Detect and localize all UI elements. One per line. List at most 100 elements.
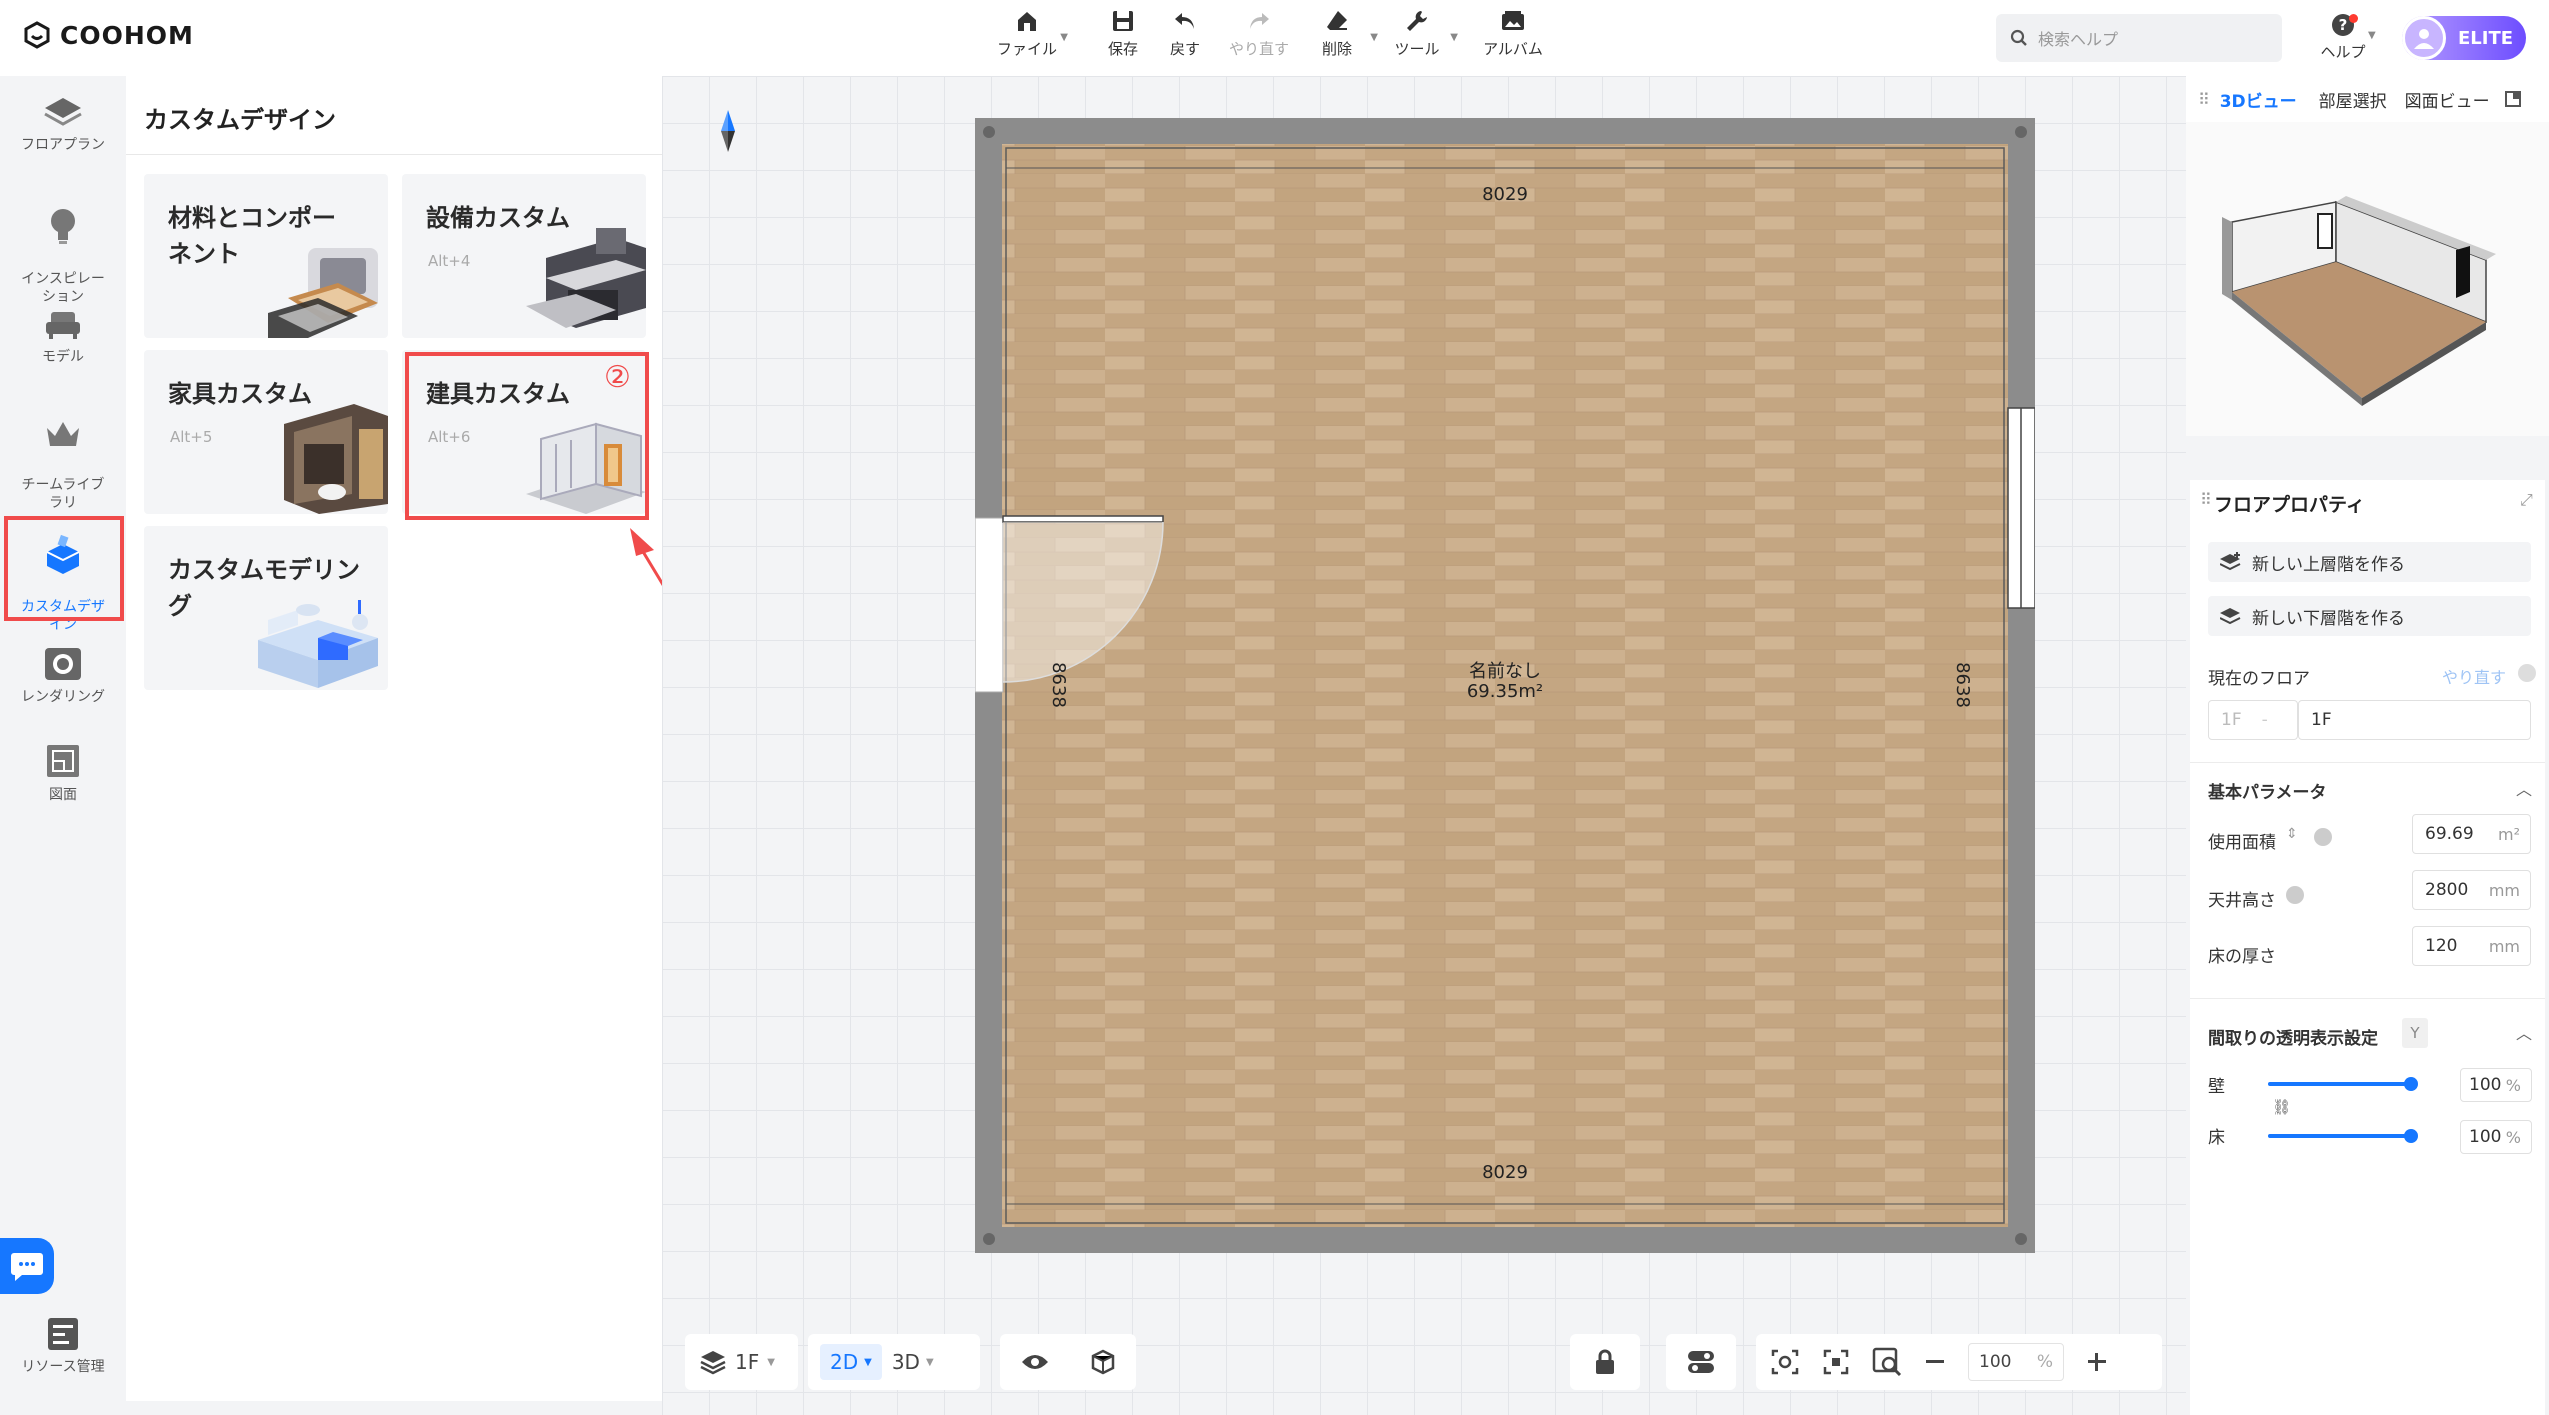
floor-thickness-input[interactable]: 120 mm bbox=[2412, 926, 2531, 966]
rail-item-label: 図面 bbox=[49, 787, 77, 803]
file-menu-button[interactable]: ファイル ▼ bbox=[982, 8, 1072, 59]
3d-preview[interactable] bbox=[2186, 122, 2549, 436]
mode-3d-button[interactable]: 3D ▼ bbox=[892, 1350, 934, 1374]
new-upper-label: 新しい上層階を作る bbox=[2252, 554, 2405, 575]
mode-2d-button[interactable]: 2D ▼ bbox=[820, 1344, 882, 1380]
percent-unit: % bbox=[2505, 1127, 2521, 1147]
kitchen-thumbnail-icon bbox=[526, 228, 646, 328]
area-value: 69.69 bbox=[2425, 824, 2474, 844]
view-mode-toggle[interactable]: 2D ▼ 3D ▼ bbox=[808, 1334, 980, 1390]
new-upper-floor-button[interactable]: 新しい上層階を作る bbox=[2208, 542, 2531, 582]
room-name: 名前なし bbox=[1469, 661, 1541, 682]
rail-item-rendering[interactable]: レンダリング bbox=[0, 646, 126, 706]
rail-item-team-library[interactable]: チームライブ ラリ bbox=[0, 398, 126, 512]
album-icon bbox=[1502, 11, 1524, 30]
rail-item-model[interactable]: モデル bbox=[0, 308, 126, 366]
sofa-icon bbox=[46, 312, 80, 339]
search-icon bbox=[2010, 29, 2027, 46]
card-furniture-custom[interactable]: 家具カスタム Alt+5 bbox=[144, 350, 388, 514]
zoom-out-icon[interactable] bbox=[1924, 1351, 1946, 1373]
zoom-value: 100 bbox=[1979, 1352, 2012, 1372]
area-input[interactable]: 69.69 m² bbox=[2412, 814, 2531, 854]
rail-item-label: レンダリング bbox=[21, 689, 105, 705]
chat-button[interactable] bbox=[0, 1238, 54, 1294]
lock-button[interactable] bbox=[1570, 1334, 1640, 1390]
logo[interactable]: COOHOM bbox=[22, 20, 194, 50]
drag-handle-icon[interactable]: ⠿ bbox=[2198, 90, 2210, 109]
logo-text: COOHOM bbox=[60, 20, 194, 50]
search-input[interactable]: 検索ヘルプ bbox=[1996, 14, 2282, 62]
expand-icon[interactable]: ⤢ bbox=[2520, 490, 2533, 510]
chevron-up-icon[interactable]: ︿ bbox=[2516, 776, 2532, 800]
tab-3d-view[interactable]: 3Dビュー bbox=[2220, 87, 2297, 112]
new-lower-label: 新しい下層階を作る bbox=[2252, 608, 2405, 629]
wrench-icon bbox=[1407, 11, 1427, 31]
door-opening[interactable] bbox=[975, 518, 1003, 692]
floor-transparency-slider[interactable] bbox=[2268, 1134, 2410, 1138]
divider bbox=[2190, 998, 2545, 999]
user-avatar-badge[interactable]: ELITE bbox=[2402, 16, 2526, 60]
undo-icon bbox=[1175, 13, 1194, 29]
rail-item-floorplan[interactable]: フロアプラン bbox=[0, 96, 126, 154]
rail-item-label: チームライブ ラリ bbox=[21, 477, 105, 511]
floor-prefix-field: 1F - bbox=[2208, 700, 2298, 740]
eye-icon[interactable] bbox=[1020, 1351, 1050, 1373]
link-icon[interactable]: ⛓ bbox=[2272, 1098, 2291, 1116]
card-custom-modeling[interactable]: カスタムモデリン グ bbox=[144, 526, 388, 690]
new-lower-floor-button[interactable]: 新しい下層階を作る bbox=[2208, 596, 2531, 636]
cube-icon[interactable] bbox=[1089, 1348, 1117, 1376]
album-label: アルバム bbox=[1483, 40, 1543, 58]
floor-label: 1F bbox=[735, 1350, 760, 1374]
album-button[interactable]: アルバム bbox=[1468, 8, 1558, 59]
zoom-in-icon[interactable] bbox=[2086, 1351, 2108, 1373]
zoom-area-icon[interactable] bbox=[1872, 1347, 1902, 1377]
floor-selector[interactable]: 1F ▼ bbox=[685, 1334, 798, 1390]
wall-transparency-slider[interactable] bbox=[2268, 1082, 2410, 1086]
card-materials-components[interactable]: 材料とコンポー ネント bbox=[144, 174, 388, 338]
user-icon bbox=[2414, 29, 2434, 49]
coohom-logo-icon bbox=[24, 21, 50, 49]
crown-icon bbox=[47, 422, 79, 446]
tools-menu-button[interactable]: ツール ▼ bbox=[1372, 8, 1462, 59]
drag-handle-icon[interactable]: ⠿ bbox=[2200, 490, 2212, 509]
redo-link[interactable]: やり直す bbox=[2442, 664, 2506, 688]
visibility-tools bbox=[1000, 1334, 1136, 1390]
wall-value-input[interactable]: 100 % bbox=[2460, 1068, 2532, 1102]
rail-item-inspiration[interactable]: インスピレー ション bbox=[0, 188, 126, 306]
toggle-settings-button[interactable] bbox=[1666, 1334, 1736, 1390]
compass-icon bbox=[721, 110, 735, 152]
sort-icon[interactable]: ⇕ bbox=[2286, 826, 2298, 842]
chevron-up-icon[interactable]: ︿ bbox=[2516, 1020, 2532, 1044]
delete-button[interactable]: 削除 ▼ bbox=[1292, 8, 1382, 59]
mode-3d-label: 3D bbox=[891, 1350, 920, 1374]
file-label: ファイル bbox=[996, 40, 1057, 58]
area-unit: m² bbox=[2498, 824, 2520, 844]
transparency-title: 間取りの透明表示設定 bbox=[2208, 1029, 2378, 1049]
floor-slider-knob[interactable] bbox=[2404, 1129, 2418, 1143]
ceiling-label: 天井高さ bbox=[2208, 891, 2276, 911]
focus-icon[interactable] bbox=[1822, 1348, 1850, 1376]
room-label[interactable]: 名前なし 69.35m² bbox=[1440, 662, 1570, 702]
tab-room-select[interactable]: 部屋選択 bbox=[2319, 87, 2387, 112]
save-icon bbox=[1113, 11, 1133, 31]
tools-label: ツール bbox=[1394, 40, 1440, 58]
chevron-down-icon: ▼ bbox=[767, 1356, 775, 1368]
help-button[interactable]: ? ヘルプ bbox=[2313, 12, 2373, 62]
percent-unit: % bbox=[2505, 1075, 2521, 1095]
camera-icon bbox=[45, 648, 81, 680]
floor-value-input[interactable]: 100 % bbox=[2460, 1120, 2532, 1154]
popout-icon[interactable] bbox=[2504, 90, 2522, 108]
zoom-input[interactable]: 100 % bbox=[1968, 1343, 2064, 1381]
card-equipment-custom[interactable]: 設備カスタム Alt+4 bbox=[402, 174, 646, 338]
wall-slider-knob[interactable] bbox=[2404, 1077, 2418, 1091]
rail-item-resource-management[interactable]: リソース管理 bbox=[0, 1316, 126, 1376]
floor-name-input[interactable]: 1F bbox=[2298, 700, 2531, 740]
fit-view-icon[interactable] bbox=[1770, 1348, 1800, 1376]
wall-value: 100 bbox=[2469, 1075, 2502, 1095]
info-icon bbox=[2314, 828, 2332, 846]
ceiling-height-input[interactable]: 2800 mm bbox=[2412, 870, 2531, 910]
door-leaf[interactable] bbox=[1002, 515, 1164, 523]
rail-item-drawings[interactable]: 図面 bbox=[0, 742, 126, 804]
chevron-down-icon: ▼ bbox=[925, 1356, 934, 1368]
tab-drawing-view[interactable]: 図面ビュー bbox=[2405, 87, 2490, 112]
